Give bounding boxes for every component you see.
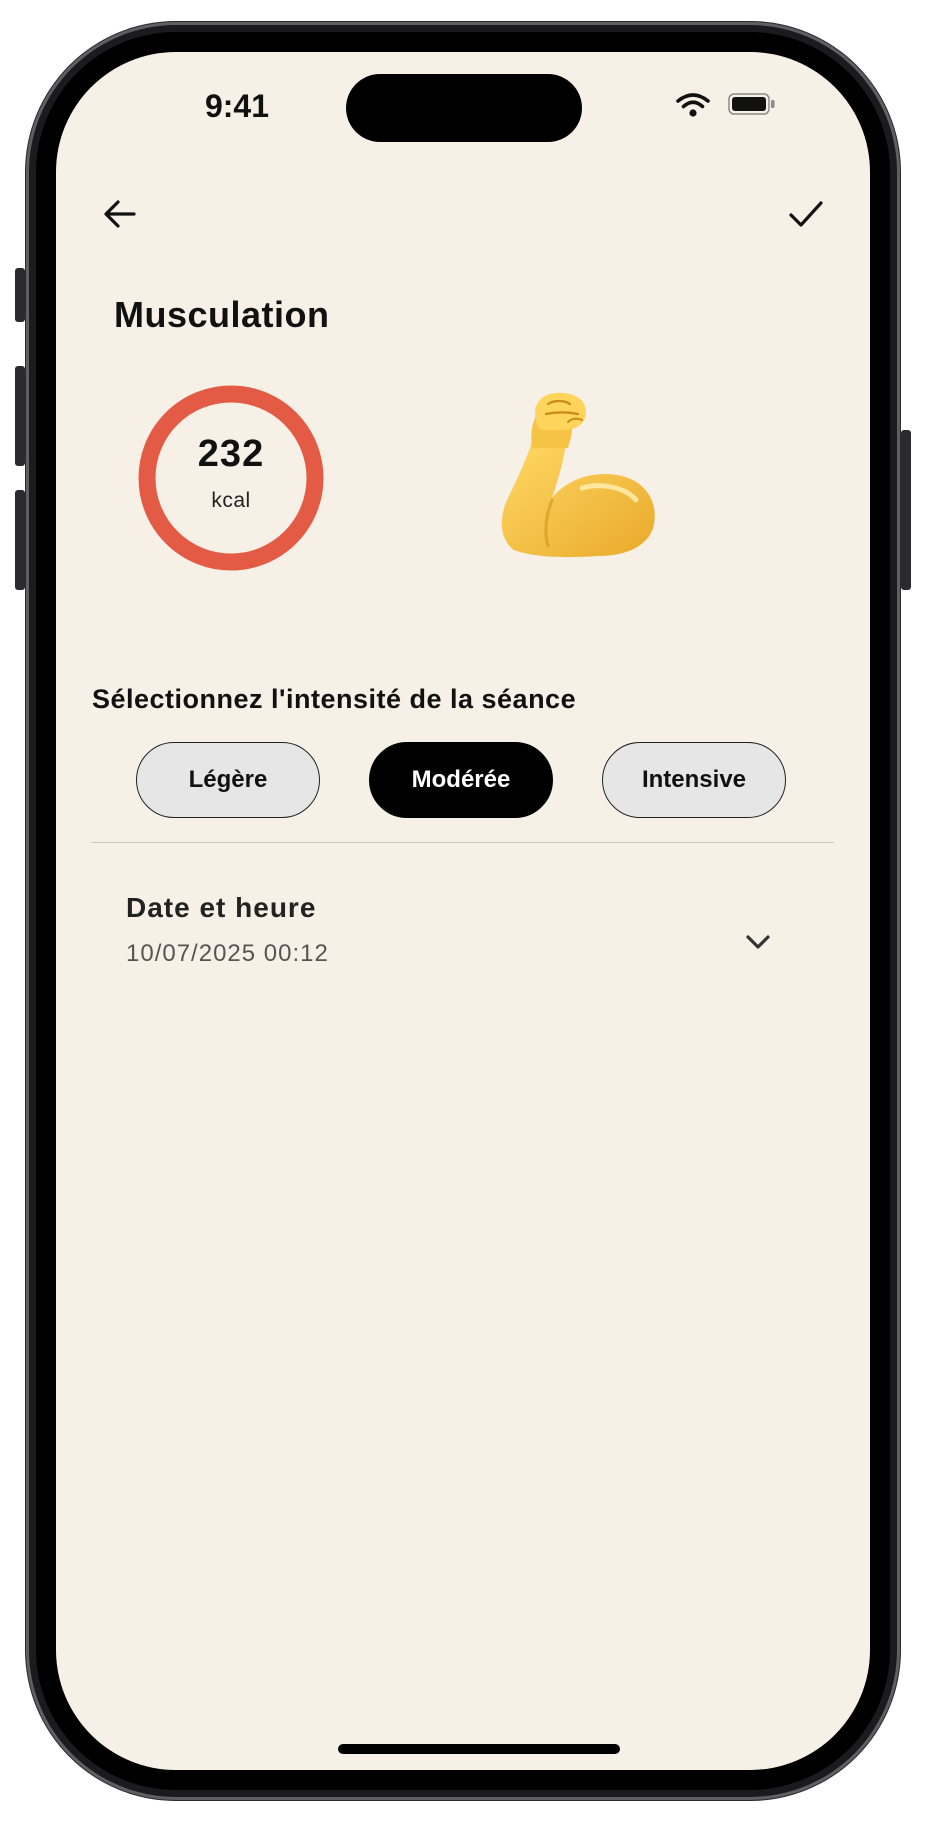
dynamic-island: [346, 74, 582, 142]
battery-icon: [728, 93, 775, 115]
app-screen: 9:41 Musculation 232 kcal Sélectionnez l…: [56, 52, 870, 1770]
chevron-down-icon: [746, 935, 770, 949]
volume-up-button: [15, 366, 25, 466]
status-time: 9:41: [204, 88, 270, 124]
page-title: Musculation: [114, 294, 330, 335]
calorie-unit: kcal: [211, 489, 251, 512]
mute-switch: [15, 268, 25, 322]
home-indicator: [338, 1744, 620, 1754]
checkmark-icon: [789, 201, 823, 227]
intensity-option-legere[interactable]: Légère: [136, 742, 320, 818]
arrow-left-icon: [104, 200, 136, 228]
back-button[interactable]: [92, 186, 148, 242]
divider: [92, 842, 834, 843]
calorie-ring: 232 kcal: [136, 383, 326, 573]
power-button: [901, 430, 911, 590]
intensity-option-moderee[interactable]: Modérée: [369, 742, 553, 818]
datetime-value: 10/07/2025 00:12: [126, 940, 329, 967]
intensity-option-intensive[interactable]: Intensive: [602, 742, 786, 818]
datetime-row[interactable]: Date et heure 10/07/2025 00:12: [92, 882, 834, 992]
flexed-biceps-icon: [501, 392, 655, 558]
page: 9:41 Musculation 232 kcal Sélectionnez l…: [0, 0, 926, 1824]
confirm-button[interactable]: [778, 186, 834, 242]
intensity-heading: Sélectionnez l'intensité de la séance: [92, 684, 577, 714]
calorie-value: 232: [197, 433, 265, 475]
datetime-label: Date et heure: [126, 892, 317, 923]
intensity-selector: Légère Modérée Intensive: [136, 742, 786, 820]
ring-circle: [138, 385, 324, 571]
wifi-icon: [676, 93, 710, 117]
volume-down-button: [15, 490, 25, 590]
